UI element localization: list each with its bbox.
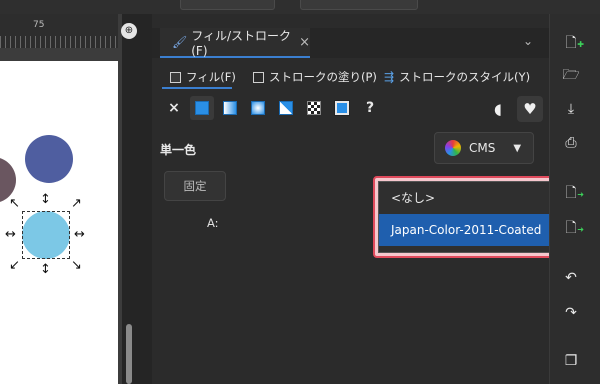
swatch-button[interactable] bbox=[330, 96, 354, 120]
lock-icon[interactable]: ⊕ bbox=[121, 23, 137, 39]
stroke-style-icon: ⇶ bbox=[384, 70, 395, 84]
subtab-active-indicator bbox=[162, 87, 232, 89]
subtab-fill-label: フィル(F) bbox=[186, 70, 236, 84]
scale-handle-top-right-icon[interactable]: ↗ bbox=[70, 197, 83, 210]
scale-handle-bottom-left-icon[interactable]: ↙ bbox=[8, 259, 21, 272]
paint-type-row: × ? bbox=[162, 96, 382, 120]
flat-color-label: 単一色 bbox=[160, 143, 197, 157]
cms-dropdown-button[interactable]: CMS ▼ bbox=[434, 132, 534, 164]
radial-gradient-icon bbox=[251, 101, 265, 115]
ruler-tick-label: 75 bbox=[33, 20, 45, 30]
export-icon[interactable]: 🗋 ➜ bbox=[562, 219, 584, 237]
chevron-down-icon[interactable]: ⌄ bbox=[519, 34, 537, 52]
open-folder-icon[interactable]: 🗁 bbox=[562, 66, 580, 84]
scale-handle-right-icon[interactable]: ↔ bbox=[73, 228, 86, 241]
y-coordinate-field[interactable] bbox=[300, 0, 418, 10]
scale-handle-bottom-right-icon[interactable]: ↘ bbox=[70, 259, 83, 272]
fixed-color-button[interactable]: 固定 bbox=[164, 171, 226, 201]
scale-handle-left-icon[interactable]: ↔ bbox=[4, 228, 17, 241]
horizontal-ruler: 75 bbox=[0, 14, 118, 48]
cms-label: CMS bbox=[469, 141, 496, 155]
linear-gradient-icon bbox=[223, 101, 237, 115]
radial-gradient-button[interactable] bbox=[246, 96, 270, 120]
import-icon[interactable]: 🗋 ➜ bbox=[562, 184, 584, 202]
pattern-icon bbox=[307, 101, 321, 115]
canvas-vertical-scrollbar[interactable] bbox=[122, 14, 152, 384]
pattern-button[interactable] bbox=[302, 96, 326, 120]
paintbrush-icon: 🖌 bbox=[172, 35, 188, 49]
scale-handle-top-left-icon[interactable]: ↖ bbox=[8, 197, 21, 210]
print-icon[interactable]: ⎙ bbox=[562, 134, 580, 152]
stroke-square-icon bbox=[253, 71, 264, 83]
redo-icon[interactable]: ↷ bbox=[562, 304, 580, 322]
alpha-label: A: bbox=[207, 216, 219, 230]
fill-stroke-panel: 🖌 フィル/ストローク(F) × ⌄ フィル(F) ストロークの塗り(P) ⇶ … bbox=[152, 14, 600, 384]
scale-handle-top-icon[interactable]: ↕ bbox=[39, 193, 52, 206]
subtab-stroke-paint-label: ストロークの塗り(P) bbox=[269, 70, 377, 84]
undo-icon[interactable]: ↶ bbox=[562, 269, 580, 287]
flat-color-button[interactable] bbox=[190, 96, 214, 120]
new-document-icon[interactable]: 🗋 ✚ bbox=[562, 34, 584, 52]
unset-paint-button[interactable]: ? bbox=[358, 96, 382, 120]
color-wheel-icon bbox=[445, 140, 461, 156]
fill-stroke-subtabs: フィル(F) ストロークの塗り(P) ⇶ ストロークのスタイル(Y) bbox=[152, 66, 549, 88]
tab-fill-stroke[interactable]: 🖌 フィル/ストローク(F) × bbox=[160, 28, 310, 58]
no-paint-button[interactable]: × bbox=[162, 96, 186, 120]
mesh-gradient-icon bbox=[279, 101, 293, 115]
dialog-tab-row: 🖌 フィル/ストローク(F) × ⌄ bbox=[152, 28, 549, 58]
subtab-stroke-style-label: ストロークのスタイル(Y) bbox=[399, 70, 531, 84]
blue-circle-object[interactable] bbox=[25, 135, 73, 183]
tab-close-icon[interactable]: × bbox=[299, 35, 310, 50]
mesh-gradient-button[interactable] bbox=[274, 96, 298, 120]
canvas-area[interactable]: 75 ↕ ↕ ↔ ↔ ↖ ↗ ↙ ↘ bbox=[0, 14, 122, 384]
scrollbar-thumb[interactable] bbox=[126, 324, 132, 384]
fill-rule-group: ◖ ♥ bbox=[485, 96, 543, 122]
fill-rule-nonzero-icon[interactable]: ♥ bbox=[517, 96, 543, 122]
fill-rule-evenodd-icon[interactable]: ◖ bbox=[485, 96, 511, 122]
swatch-icon bbox=[334, 100, 350, 116]
scale-handle-bottom-icon[interactable]: ↕ bbox=[39, 263, 52, 276]
selection-bounding-box bbox=[22, 211, 70, 259]
flat-color-icon bbox=[195, 101, 209, 115]
tab-label: フィル/ストローク(F) bbox=[191, 28, 292, 58]
save-icon[interactable]: ⤓ bbox=[562, 100, 580, 118]
subtab-stroke-paint[interactable]: ストロークの塗り(P) bbox=[253, 66, 377, 88]
commands-bar: 🗋 ✚ 🗁 ⤓ ⎙ 🗋 ➜ 🗋 ➜ ↶ ↷ ❐ bbox=[549, 14, 600, 384]
linear-gradient-button[interactable] bbox=[218, 96, 242, 120]
top-toolbar bbox=[0, 0, 600, 14]
subtab-stroke-style[interactable]: ⇶ ストロークのスタイル(Y) bbox=[384, 66, 530, 88]
subtab-fill[interactable]: フィル(F) bbox=[170, 66, 236, 88]
duplicate-icon[interactable]: ❐ bbox=[562, 352, 580, 370]
chevron-down-icon: ▼ bbox=[513, 142, 522, 154]
x-coordinate-field[interactable] bbox=[180, 0, 275, 10]
fill-square-icon bbox=[170, 71, 181, 83]
